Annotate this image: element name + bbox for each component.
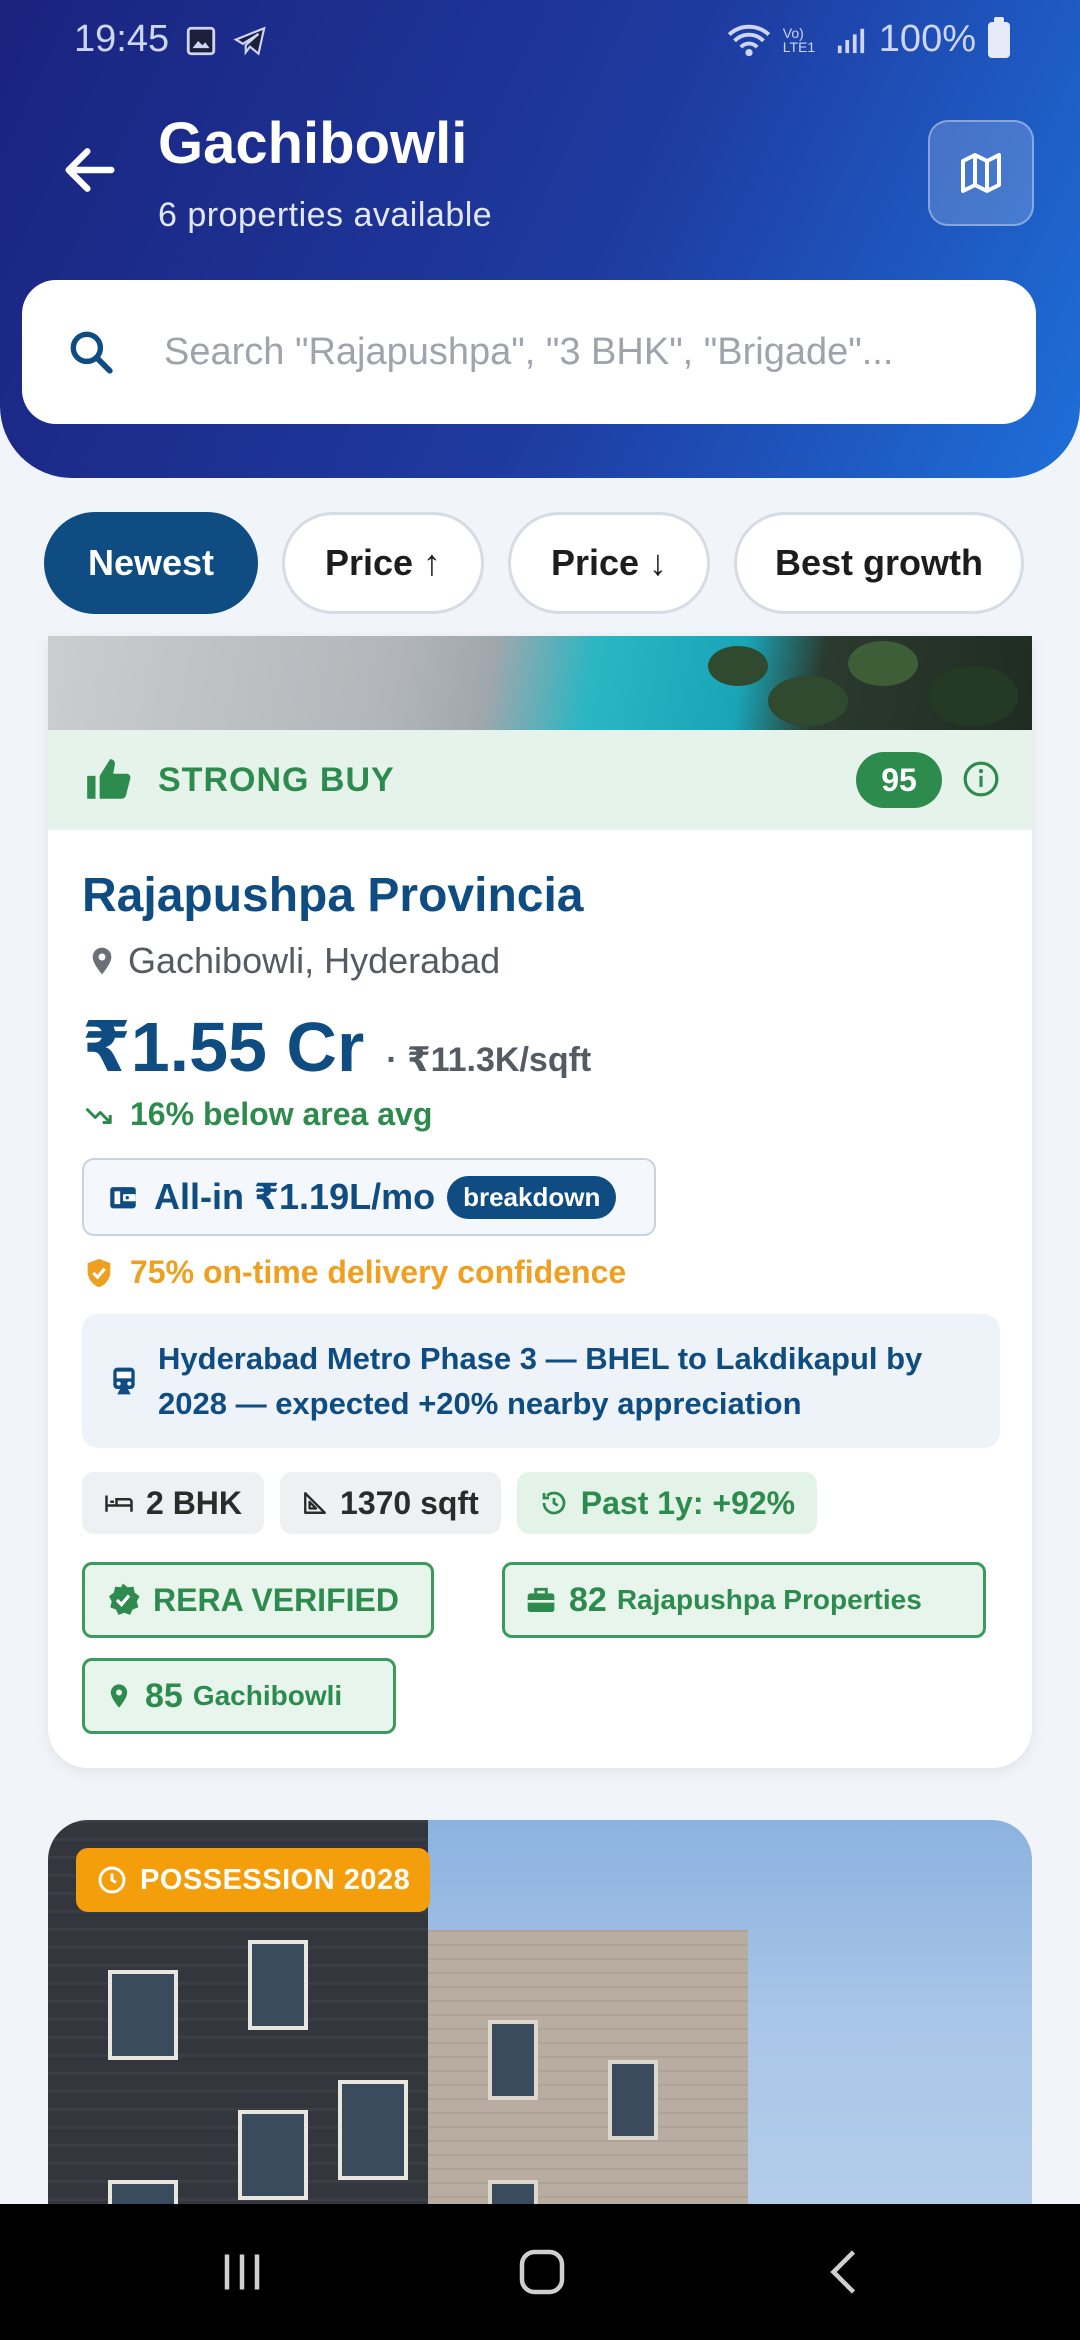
spec-bhk: 2 BHK (82, 1472, 265, 1534)
status-time: 19:45 (74, 18, 170, 60)
possession-badge: POSSESSION 2028 (76, 1848, 431, 1912)
map-icon (961, 153, 1001, 193)
back-arrow-icon[interactable] (58, 138, 122, 202)
status-bar: 19:45 Vo) LTE1 100% (0, 0, 1080, 82)
listing-card[interactable]: STRONG BUY 95 Rajapushpa Provincia Gachi… (48, 636, 1032, 1768)
location-score-badge[interactable]: 85 Gachibowli (82, 1658, 396, 1734)
back-icon[interactable] (816, 2242, 876, 2302)
property-location: Gachibowli, Hyderabad (128, 940, 501, 981)
all-in-label: All-in ₹1.19L/mo (154, 1176, 436, 1217)
chip-price-desc[interactable]: Price ↓ (508, 512, 710, 614)
briefcase-icon (527, 1587, 555, 1612)
network-label: Vo) LTE1 (782, 24, 816, 55)
history-icon (542, 1491, 566, 1515)
listing-photo (48, 636, 1032, 730)
score-badge: 95 (856, 752, 942, 808)
battery-icon (988, 16, 1010, 58)
signal-icon (837, 28, 864, 53)
page-title: Gachibowli (158, 111, 468, 176)
location-score: 85 (145, 1676, 183, 1715)
chip-newest[interactable]: Newest (44, 512, 258, 614)
telegram-icon (233, 26, 266, 56)
bed-icon (105, 1495, 133, 1512)
metro-note-text: Hyderabad Metro Phase 3 — BHEL to Lakdik… (158, 1341, 923, 1421)
delivery-confidence: 75% on-time delivery confidence (130, 1254, 627, 1290)
verified-shield-icon (87, 1258, 111, 1287)
location-name: Gachibowli (192, 1680, 343, 1711)
price: ₹1.55 Cr (82, 1008, 365, 1086)
below-area-avg: 16% below area avg (130, 1096, 433, 1132)
location-pin-icon (92, 947, 112, 975)
system-nav-bar (0, 2204, 1080, 2340)
page-subtitle: 6 properties available (158, 196, 493, 234)
spec-past-growth: Past 1y: +92% (516, 1472, 818, 1534)
gallery-icon (186, 26, 216, 56)
wallet-icon (110, 1187, 136, 1209)
search-icon (70, 331, 113, 374)
breakdown-button[interactable]: breakdown (447, 1175, 617, 1219)
all-in-cost[interactable]: All-in ₹1.19L/mo breakdown (82, 1158, 656, 1236)
train-icon (113, 1367, 135, 1395)
recent-apps-icon[interactable] (212, 2242, 272, 2302)
builder-score: 82 (569, 1580, 607, 1619)
rera-verified-badge: RERA VERIFIED (82, 1562, 434, 1638)
builder-score-badge[interactable]: 82 Rajapushpa Properties (502, 1562, 986, 1638)
search-bar[interactable] (22, 280, 1036, 424)
verdict-banner: STRONG BUY 95 (48, 730, 1032, 830)
price-per-sqft: · ₹11.3K/sqft (386, 1041, 592, 1079)
spec-area: 1370 sqft (280, 1472, 501, 1534)
search-input[interactable] (164, 330, 964, 374)
property-name[interactable]: Rajapushpa Provincia (82, 868, 584, 923)
verdict-label: STRONG BUY (158, 760, 395, 799)
thumbs-up-icon (87, 759, 131, 799)
clock-icon (98, 1866, 126, 1894)
metro-note: Hyderabad Metro Phase 3 — BHEL to Lakdik… (82, 1314, 1000, 1448)
possession-label: POSSESSION 2028 (140, 1863, 411, 1896)
ruler-triangle-icon (304, 1492, 326, 1514)
home-icon[interactable] (512, 2242, 572, 2302)
wifi-icon (727, 24, 770, 56)
chip-price-asc[interactable]: Price ↑ (282, 512, 484, 614)
map-button[interactable] (928, 120, 1034, 226)
battery-percent: 100% (878, 18, 976, 60)
verified-check-icon (109, 1583, 140, 1615)
info-icon[interactable] (962, 760, 1000, 798)
header: 19:45 Vo) LTE1 100% Gachibowli 6 propert… (0, 0, 1080, 478)
location-pin-icon (110, 1684, 128, 1708)
chip-best-growth[interactable]: Best growth (734, 512, 1024, 614)
trending-down-icon (85, 1107, 112, 1124)
sort-chips: Newest Price ↑ Price ↓ Best growth (44, 512, 1024, 614)
builder-name: Rajapushpa Properties (616, 1584, 922, 1615)
